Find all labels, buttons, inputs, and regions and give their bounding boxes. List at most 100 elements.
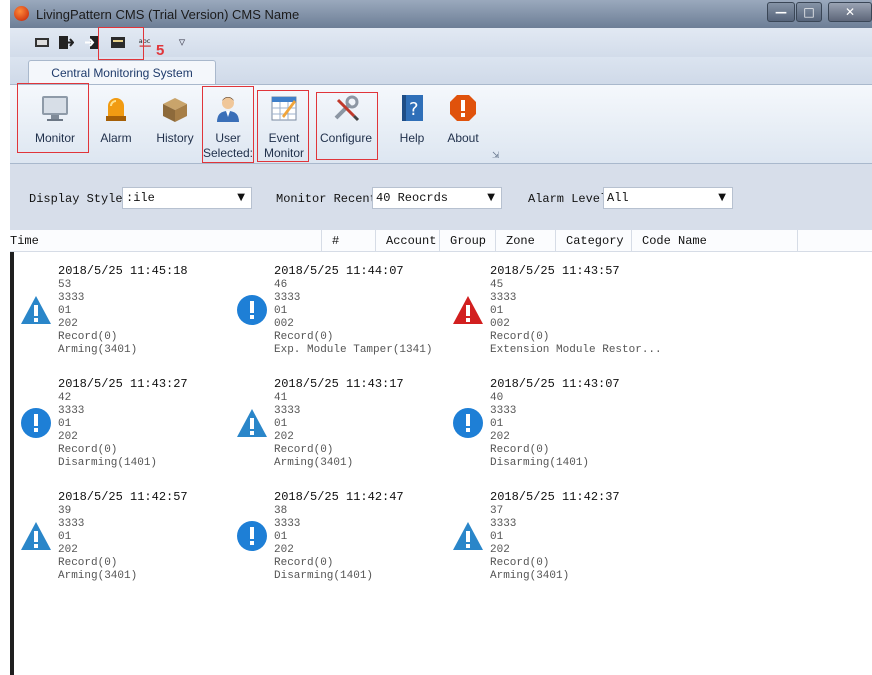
event-group: 01 — [58, 531, 72, 543]
title-bar: LivingPattern CMS (Trial Version) CMS Na… — [10, 0, 872, 28]
column-header-code-name[interactable]: Code Name — [632, 230, 798, 252]
warning-icon — [21, 296, 51, 324]
event-zone: 002 — [490, 318, 510, 330]
column-header-row: Time # Account Group Zone Category Code … — [10, 230, 872, 252]
event-number: 53 — [58, 279, 72, 291]
event-card[interactable]: 2018/5/25 11:42:37 37 3333 01 202 Record(0) Ar… — [452, 490, 662, 596]
logout-icon[interactable] — [58, 35, 74, 50]
warning-icon — [237, 409, 267, 437]
alarm-warning-icon — [453, 296, 483, 324]
annotation-box-quick-access — [98, 27, 144, 60]
column-header-account[interactable]: Account — [376, 230, 440, 252]
event-record: Record(0) — [490, 444, 550, 456]
event-number: 39 — [58, 505, 72, 517]
alarm-button[interactable]: Alarm — [94, 89, 138, 159]
column-header-zone[interactable]: Zone — [496, 230, 556, 252]
event-zone: 202 — [58, 431, 78, 443]
event-card[interactable]: 2018/5/25 11:44:07 46 3333 01 002 Record(0) Ex… — [236, 264, 446, 370]
app-logo-icon — [14, 6, 29, 21]
customize-quick-access-icon[interactable]: ▿ — [174, 35, 190, 50]
event-list: 2018/5/25 11:45:18 53 3333 01 202 Record(0) Ar… — [10, 252, 872, 675]
event-code-name: Arming(3401) — [58, 344, 138, 356]
event-card[interactable]: 2018/5/25 11:43:07 40 3333 01 202 Record(0) Di… — [452, 377, 662, 483]
event-time: 2018/5/25 11:43:57 — [490, 264, 620, 278]
event-group: 01 — [58, 305, 72, 317]
monitor-recent-value: 40 Reocrds — [376, 191, 449, 205]
event-record: Record(0) — [490, 331, 550, 343]
event-number: 45 — [490, 279, 504, 291]
help-button[interactable]: ? Help — [392, 89, 432, 159]
event-account: 3333 — [490, 518, 517, 530]
event-code-name: Exp. Module Tamper(1341) — [274, 344, 433, 356]
event-group: 01 — [58, 418, 72, 430]
event-record: Record(0) — [490, 557, 550, 569]
event-time: 2018/5/25 11:43:07 — [490, 377, 620, 391]
event-zone: 202 — [274, 431, 294, 443]
event-record: Record(0) — [274, 444, 334, 456]
event-card[interactable]: 2018/5/25 11:42:47 38 3333 01 202 Record(0) Di… — [236, 490, 446, 596]
event-account: 3333 — [490, 405, 517, 417]
event-time: 2018/5/25 11:44:07 — [274, 264, 404, 278]
column-header-group[interactable]: Group — [440, 230, 496, 252]
event-code-name: Arming(3401) — [58, 570, 138, 582]
info-icon — [453, 408, 483, 438]
event-card[interactable]: 2018/5/25 11:45:18 53 3333 01 202 Record(0) Ar… — [20, 264, 230, 370]
event-number: 46 — [274, 279, 288, 291]
event-code-name: Arming(3401) — [274, 457, 354, 469]
event-card[interactable]: 2018/5/25 11:43:57 45 3333 01 002 Record(0) Ex… — [452, 264, 662, 370]
info-icon — [21, 408, 51, 438]
help-book-icon: ? — [402, 95, 423, 121]
event-time: 2018/5/25 11:42:37 — [490, 490, 620, 504]
event-group: 01 — [490, 418, 504, 430]
window-title: LivingPattern CMS (Trial Version) CMS Na… — [36, 7, 300, 22]
event-account: 3333 — [274, 405, 301, 417]
event-time: 2018/5/25 11:43:17 — [274, 377, 404, 391]
column-header-number[interactable]: # — [322, 230, 376, 252]
event-time: 2018/5/25 11:42:57 — [58, 490, 188, 504]
filter-bar: Display Style :ile ▼ Monitor Recent 40 R… — [10, 164, 872, 230]
event-code-name: Disarming(1401) — [490, 457, 590, 469]
event-number: 42 — [58, 392, 72, 404]
event-code-name: Disarming(1401) — [274, 570, 374, 582]
alarm-level-label: Alarm Level — [528, 192, 608, 206]
event-zone: 202 — [274, 544, 294, 556]
warning-icon — [453, 522, 483, 550]
minimize-button[interactable]: — — [767, 2, 795, 22]
info-icon — [237, 521, 267, 551]
event-account: 3333 — [274, 518, 301, 530]
column-header-category[interactable]: Category — [556, 230, 632, 252]
event-zone: 202 — [58, 318, 78, 330]
chevron-down-icon: ▼ — [718, 192, 726, 203]
alarm-light-icon — [106, 98, 126, 121]
event-card[interactable]: 2018/5/25 11:43:27 42 3333 01 202 Record(0) Di… — [20, 377, 230, 483]
monitor-recent-label: Monitor Recent — [276, 192, 377, 206]
screen-icon[interactable] — [34, 35, 50, 50]
column-header-time[interactable]: Time — [10, 230, 322, 252]
about-button[interactable]: About — [440, 89, 486, 159]
info-icon — [237, 295, 267, 325]
event-time: 2018/5/25 11:45:18 — [58, 264, 188, 278]
display-style-select[interactable]: :ile ▼ — [122, 187, 252, 209]
chevron-down-icon: ▼ — [237, 192, 245, 203]
event-code-name: Arming(3401) — [490, 570, 570, 582]
event-card[interactable]: 2018/5/25 11:43:17 41 3333 01 202 Record(0) Ar… — [236, 377, 446, 483]
event-code-name: Extension Module Restor... — [490, 344, 662, 356]
annotation-number-5: 5 — [156, 42, 165, 59]
event-record: Record(0) — [274, 331, 334, 343]
event-zone: 202 — [490, 544, 510, 556]
event-account: 3333 — [58, 518, 85, 530]
event-group: 01 — [274, 305, 288, 317]
maximize-button[interactable]: □ — [796, 2, 822, 22]
event-group: 01 — [490, 531, 504, 543]
dialog-launcher-icon[interactable]: ⇲ — [492, 151, 500, 161]
history-button[interactable]: History — [150, 89, 200, 159]
alarm-level-select[interactable]: All ▼ — [603, 187, 733, 209]
event-number: 41 — [274, 392, 288, 404]
alarm-level-value: All — [607, 191, 629, 205]
event-record: Record(0) — [58, 444, 118, 456]
annotation-box-configure — [316, 92, 378, 160]
close-button[interactable]: ✕ — [828, 2, 872, 22]
event-card[interactable]: 2018/5/25 11:42:57 39 3333 01 202 Record(0) Ar… — [20, 490, 230, 596]
monitor-recent-select[interactable]: 40 Reocrds ▼ — [372, 187, 502, 209]
event-zone: 002 — [274, 318, 294, 330]
